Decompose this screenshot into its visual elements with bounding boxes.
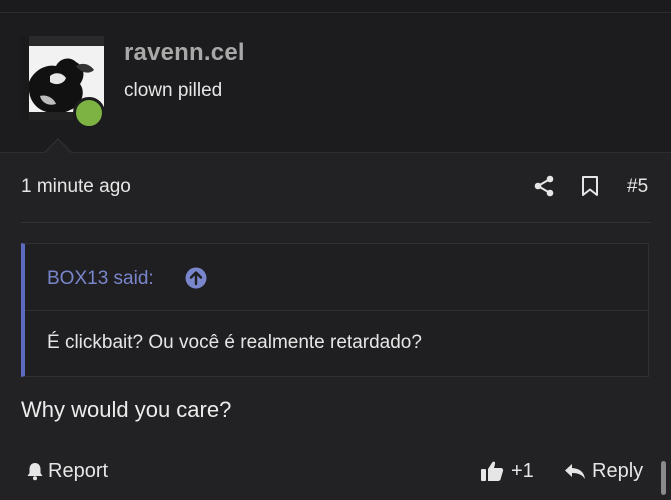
username-link[interactable]: ravenn.cel [124,39,245,67]
reply-button[interactable]: Reply [564,458,643,484]
scrollbar-thumb[interactable] [661,461,666,495]
meta-divider [21,222,651,223]
post-meta-row: 1 minute ago #5 [0,166,671,208]
quote-block: BOX13 said: É clickbait? Ou você é realm… [21,243,649,377]
arrow-up-circle-icon [185,267,207,289]
report-button[interactable]: Report [25,458,108,484]
bookmark-icon [582,176,598,196]
avatar-container[interactable] [20,36,105,129]
post-actions: Report +1 Reply [0,455,671,487]
quote-text: É clickbait? Ou você é realmente retarda… [47,332,422,353]
report-label: Report [48,459,109,482]
author-pointer [45,140,71,153]
post-timestamp[interactable]: 1 minute ago [21,176,131,198]
quote-header: BOX13 said: [25,244,648,311]
quote-author-link[interactable]: BOX13 said: [47,268,154,290]
like-button[interactable]: +1 [480,458,534,484]
post-number-link[interactable]: #5 [627,176,648,198]
quote-jump-button[interactable] [185,267,207,289]
reply-icon [565,464,585,479]
top-bar [0,0,671,13]
thumbs-up-icon [481,461,504,481]
post-message: Why would you care? [21,397,232,422]
reply-label: Reply [592,459,644,482]
like-count: +1 [511,459,534,482]
bookmark-button[interactable] [580,175,600,197]
bell-icon [27,463,43,481]
user-title: clown pilled [124,80,223,101]
share-icon [534,175,554,197]
post-author-block: ravenn.cel clown pilled [0,13,671,153]
share-button[interactable] [533,175,555,197]
online-status-indicator [73,97,105,129]
